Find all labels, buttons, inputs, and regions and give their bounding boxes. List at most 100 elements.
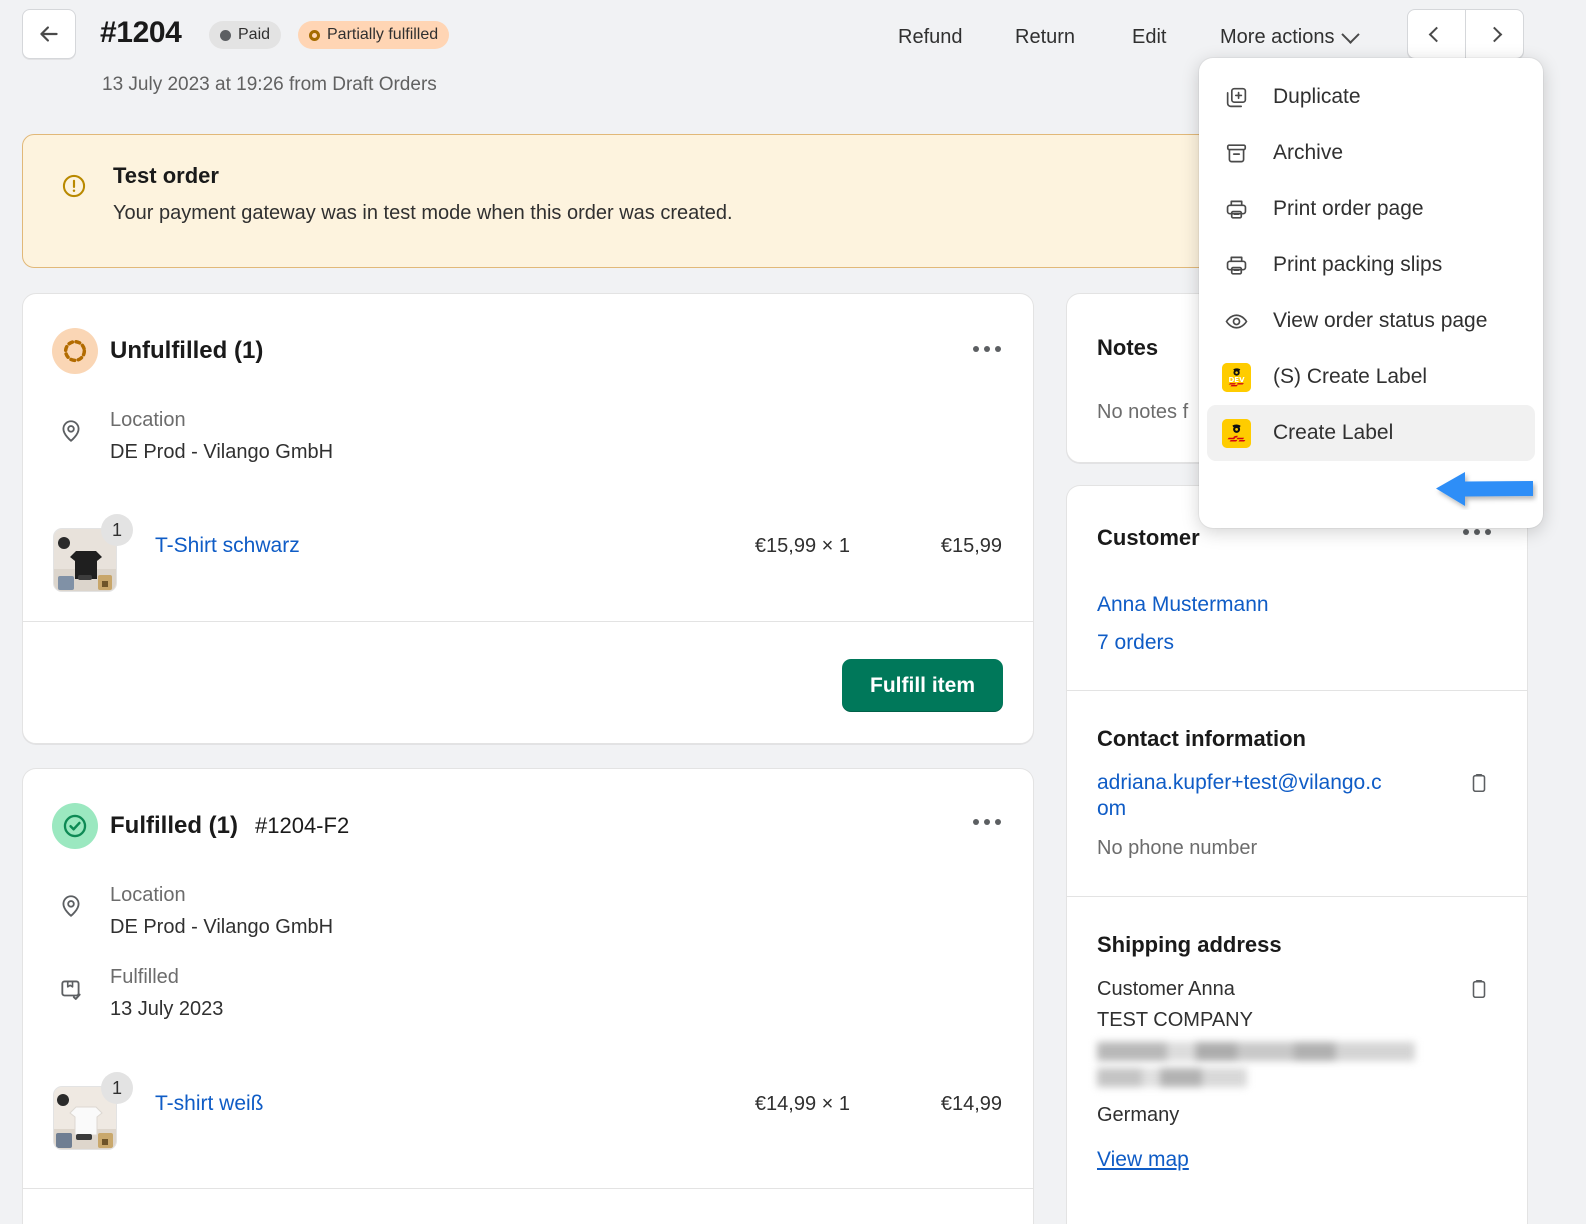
redacted-address-line-1 (1097, 1042, 1415, 1061)
notes-title: Notes (1097, 335, 1158, 361)
customer-name-link[interactable]: Anna Mustermann (1097, 593, 1269, 617)
fulfilled-total-price: €14,99 (862, 1093, 1002, 1116)
status-badge-fulfillment: Partially fulfilled (298, 21, 449, 49)
next-order-button[interactable] (1466, 10, 1523, 58)
order-detail-page: #1204 Paid Partially fulfilled 13 July 2… (0, 0, 1586, 1224)
menu-item-label: Print order page (1273, 197, 1424, 221)
return-button[interactable]: Return (1015, 18, 1075, 56)
menu-item-label: Create Label (1273, 421, 1393, 445)
status-badge-paid: Paid (209, 21, 281, 49)
card-divider (23, 1188, 1033, 1189)
card-divider (23, 621, 1033, 622)
location-pin-icon (58, 418, 84, 449)
eye-icon (1221, 306, 1251, 336)
shipping-company: TEST COMPANY (1097, 1009, 1253, 1032)
chevron-down-icon (1341, 25, 1359, 43)
order-subtitle: 13 July 2023 at 19:26 from Draft Orders (102, 74, 437, 96)
item-quantity-badge: 1 (101, 514, 133, 546)
fulfilled-location-label: Location (110, 884, 186, 907)
ellipsis-icon (1474, 529, 1480, 535)
printer-icon (1221, 250, 1251, 280)
badge-paid-label: Paid (238, 26, 270, 44)
shipping-name: Customer Anna (1097, 978, 1235, 1001)
ellipsis-icon (973, 346, 979, 352)
customer-orders-link[interactable]: 7 orders (1097, 631, 1174, 655)
badge-fulfillment-label: Partially fulfilled (327, 26, 438, 44)
ellipsis-icon (1463, 529, 1469, 535)
item-quantity-badge: 1 (101, 1072, 133, 1104)
package-check-icon (58, 976, 84, 1007)
archive-icon (1221, 138, 1251, 168)
dhl-dev-icon: DEV (1221, 362, 1251, 392)
check-circle-icon (52, 803, 98, 849)
order-pagination (1407, 9, 1524, 59)
menu-item-duplicate[interactable]: Duplicate (1207, 69, 1535, 125)
menu-item-create-label[interactable]: Create Label (1207, 405, 1535, 461)
duplicate-icon (1221, 82, 1251, 112)
fulfillment-reference: #1204-F2 (255, 813, 349, 839)
unfulfilled-menu-button[interactable] (966, 334, 1008, 364)
shipping-country: Germany (1097, 1104, 1179, 1127)
fulfilled-menu-button[interactable] (966, 807, 1008, 837)
chevron-left-icon (1429, 26, 1445, 42)
page-title: #1204 (100, 16, 181, 50)
edit-button[interactable]: Edit (1132, 18, 1166, 56)
svg-text:DEV: DEV (1228, 376, 1245, 384)
menu-item-label: Archive (1273, 141, 1343, 165)
banner-title: Test order (113, 163, 219, 189)
chevron-right-icon (1487, 26, 1503, 42)
copy-clipboard-icon[interactable] (1468, 978, 1490, 1005)
ellipsis-icon (984, 819, 990, 825)
fulfilled-date-label: Fulfilled (110, 966, 179, 989)
menu-item-print-packing-slips[interactable]: Print packing slips (1207, 237, 1535, 293)
view-map-link[interactable]: View map (1097, 1148, 1189, 1172)
fulfilled-date-value: 13 July 2023 (110, 998, 223, 1021)
refund-button[interactable]: Refund (898, 18, 963, 56)
fulfill-item-button[interactable]: Fulfill item (842, 659, 1003, 712)
shipping-address-title: Shipping address (1097, 932, 1282, 958)
fulfilled-location-value: DE Prod - Vilango GmbH (110, 916, 333, 939)
unfulfilled-location-label: Location (110, 409, 186, 432)
more-actions-button[interactable]: More actions (1220, 18, 1357, 56)
arrow-left-icon (36, 21, 62, 47)
location-pin-icon (58, 893, 84, 924)
more-actions-label: More actions (1220, 26, 1335, 49)
ellipsis-icon (995, 346, 1001, 352)
customer-email-link[interactable]: adriana.kupfer+test@vilango.c om (1097, 770, 1412, 822)
back-button[interactable] (22, 9, 76, 59)
alert-circle-icon (61, 173, 87, 204)
ellipsis-icon (1485, 529, 1491, 535)
customer-title: Customer (1097, 525, 1200, 551)
card-divider (1067, 690, 1527, 691)
menu-item-s-create-label[interactable]: DEV (S) Create Label (1207, 349, 1535, 405)
ellipsis-icon (995, 819, 1001, 825)
unfulfilled-unit-price: €15,99 × 1 (680, 535, 850, 558)
partial-ring-icon (309, 30, 320, 41)
unfulfilled-location-value: DE Prod - Vilango GmbH (110, 441, 333, 464)
ellipsis-icon (973, 819, 979, 825)
status-dot-icon (220, 30, 231, 41)
menu-item-print-order-page[interactable]: Print order page (1207, 181, 1535, 237)
menu-item-label: Print packing slips (1273, 253, 1442, 277)
customer-phone-text: No phone number (1097, 837, 1257, 860)
dhl-icon (1221, 418, 1251, 448)
menu-item-view-order-status-page[interactable]: View order status page (1207, 293, 1535, 349)
menu-item-label: View order status page (1273, 309, 1487, 333)
redacted-address-line-2 (1097, 1068, 1247, 1087)
unfulfilled-title: Unfulfilled (1) (110, 337, 263, 365)
printer-icon (1221, 194, 1251, 224)
dashed-circle-icon (52, 328, 98, 374)
blue-left-arrow-icon (1432, 466, 1538, 515)
menu-item-archive[interactable]: Archive (1207, 125, 1535, 181)
product-link-tshirt-weiss[interactable]: T-shirt weiß (155, 1092, 264, 1116)
more-actions-dropdown: Duplicate Archive Print o (1199, 58, 1543, 528)
product-link-tshirt-schwarz[interactable]: T-Shirt schwarz (155, 534, 300, 558)
ellipsis-icon (984, 346, 990, 352)
contact-information-title: Contact information (1097, 726, 1306, 752)
previous-order-button[interactable] (1408, 10, 1466, 58)
fulfilled-title: Fulfilled (1) (110, 812, 238, 840)
copy-clipboard-icon[interactable] (1468, 772, 1490, 799)
card-divider (1067, 896, 1527, 897)
unfulfilled-total-price: €15,99 (862, 535, 1002, 558)
menu-item-label: Duplicate (1273, 85, 1361, 109)
